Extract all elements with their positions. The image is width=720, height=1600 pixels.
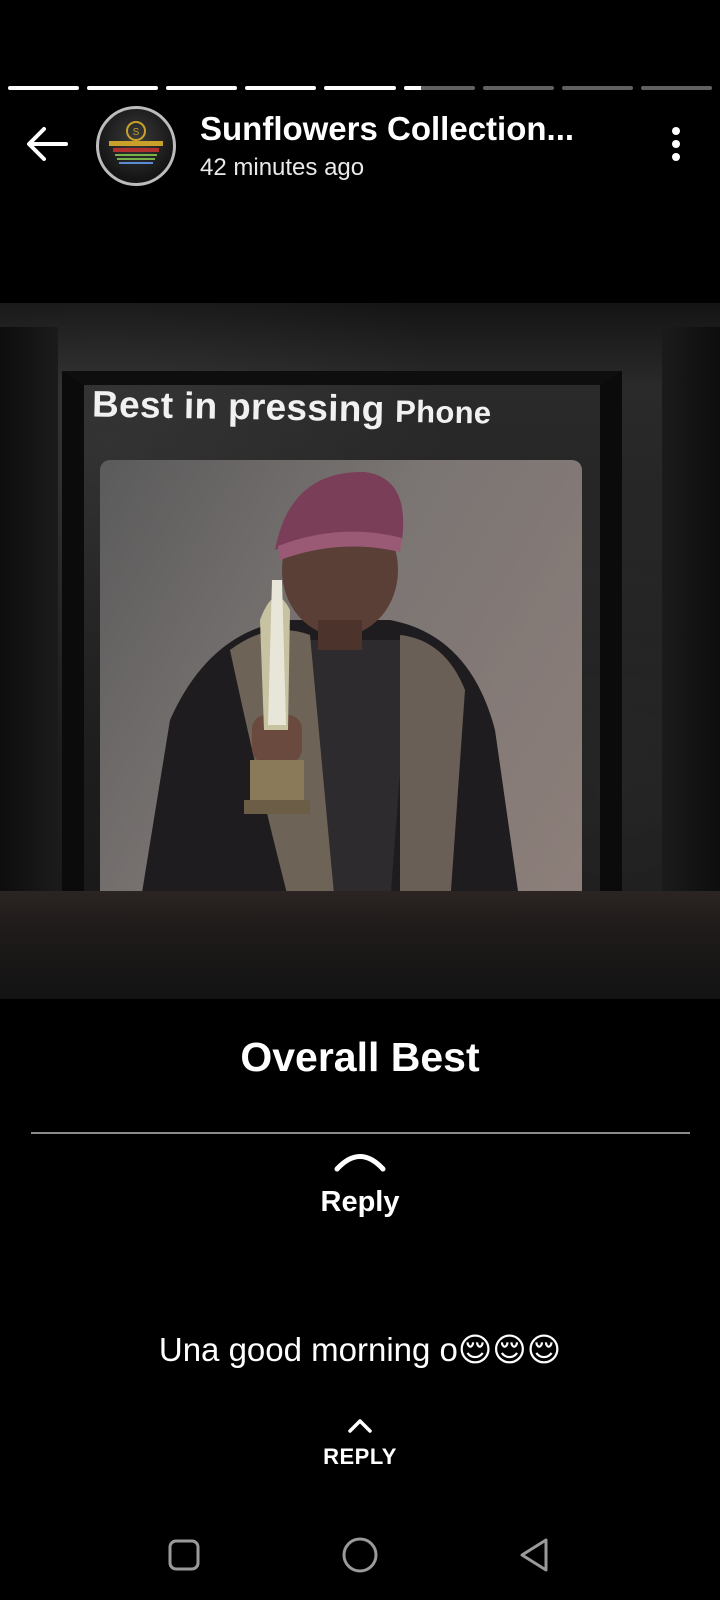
status-text: Una good morning o😌😌😌 xyxy=(158,1331,562,1368)
recent-apps-icon xyxy=(168,1539,200,1571)
story-progress-fill xyxy=(166,86,238,90)
reply-swipe-label: REPLY xyxy=(323,1444,397,1469)
man-holding-trophy-illustration xyxy=(140,471,520,905)
back-triangle-icon xyxy=(520,1538,548,1572)
story-progress-segment xyxy=(640,86,712,90)
frame-caption: Best in pressing Phone xyxy=(92,384,492,433)
story-progress-fill xyxy=(87,86,159,90)
status-header: S Sunflowers Collection... 42 minutes ag… xyxy=(0,104,720,186)
status-caption: Overall Best xyxy=(240,1034,480,1080)
system-back-button[interactable] xyxy=(514,1534,558,1578)
story-progress-segment xyxy=(403,86,475,90)
system-nav-bar xyxy=(0,1520,720,1590)
status-image[interactable]: Best in pressing Phone xyxy=(0,303,720,999)
status-viewer-screen: S Sunflowers Collection... 42 minutes ag… xyxy=(0,0,720,1600)
reply-label: Reply xyxy=(320,1186,400,1218)
story-progress-segment xyxy=(8,86,80,90)
chevron-up-icon xyxy=(334,1154,386,1172)
story-progress-fill xyxy=(8,86,80,90)
story-progress-fill xyxy=(245,86,317,90)
avatar[interactable]: S xyxy=(96,106,176,186)
frame-caption-small: Phone xyxy=(394,393,492,431)
status-timestamp: 42 minutes ago xyxy=(200,154,365,181)
chevron-up-icon xyxy=(348,1419,372,1433)
story-progress-segment xyxy=(482,86,554,90)
status-owner-name[interactable]: Sunflowers Collection... xyxy=(200,110,600,148)
stage-floor xyxy=(0,891,720,999)
award-photo xyxy=(100,460,582,905)
home-button[interactable] xyxy=(338,1534,382,1578)
story-progress-fill xyxy=(324,86,396,90)
story-progress-fill xyxy=(403,86,422,90)
story-progress-segment xyxy=(561,86,633,90)
story-progress-segment xyxy=(245,86,317,90)
story-progress-bar xyxy=(8,86,712,90)
reply-swipe-button[interactable]: REPLY xyxy=(300,1418,420,1488)
more-vert-icon xyxy=(672,127,680,161)
svg-text:S: S xyxy=(133,127,140,138)
back-button[interactable] xyxy=(24,124,70,164)
curtain-left xyxy=(0,327,58,907)
recent-apps-button[interactable] xyxy=(162,1534,206,1578)
story-progress-segment xyxy=(87,86,159,90)
home-icon xyxy=(342,1537,378,1573)
frame-caption-main: Best in pressing xyxy=(91,383,396,430)
caption-divider xyxy=(31,1132,690,1134)
back-arrow-icon xyxy=(27,127,68,161)
brand-logo-icon: S xyxy=(109,121,163,164)
reply-button[interactable]: Reply xyxy=(260,1150,460,1250)
story-progress-segment xyxy=(166,86,238,90)
curtain-right xyxy=(662,327,720,907)
story-progress-segment xyxy=(324,86,396,90)
more-options-button[interactable] xyxy=(664,124,688,164)
